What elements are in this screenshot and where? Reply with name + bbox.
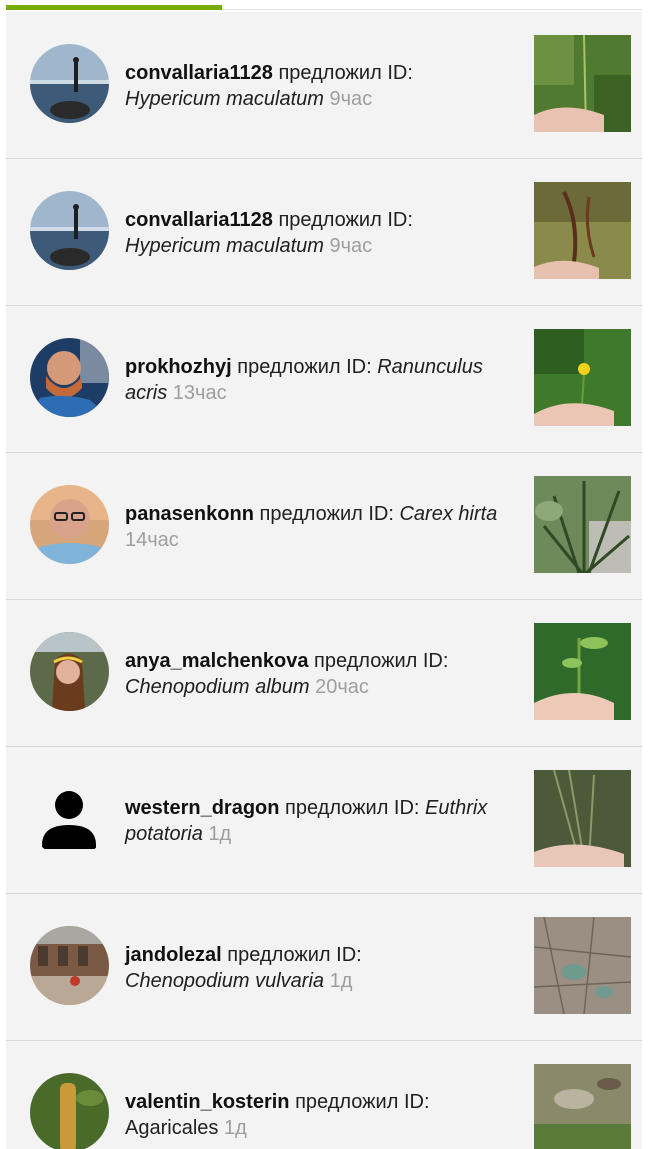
username-link[interactable]: prokhozhyj xyxy=(125,356,232,378)
user-avatar[interactable] xyxy=(30,485,109,564)
timestamp: 1д xyxy=(223,1117,247,1139)
feed-item[interactable]: western_dragon предложил ID: Euthrix pot… xyxy=(6,747,642,894)
username-link[interactable]: western_dragon xyxy=(125,797,279,819)
timestamp: 9час xyxy=(329,235,373,257)
default-avatar-icon[interactable] xyxy=(30,779,109,858)
observation-photo[interactable] xyxy=(534,770,631,867)
feed-item[interactable]: jandolezal предложил ID: Chenopodium vul… xyxy=(6,894,642,1041)
taxon-name[interactable]: Agaricales xyxy=(125,1117,218,1139)
feed-item-text: convallaria1128 предложил ID: Hypericum … xyxy=(125,207,517,259)
taxon-name[interactable]: Chenopodium album xyxy=(125,676,310,698)
feed-item[interactable]: prokhozhyj предложил ID: Ranunculus acri… xyxy=(6,306,642,453)
observation-photo[interactable] xyxy=(534,329,631,426)
timestamp: 1д xyxy=(208,823,232,845)
feed-item-text: panasenkonn предложил ID: Carex hirta 14… xyxy=(125,501,517,553)
feed-item[interactable]: convallaria1128 предложил ID: Hypericum … xyxy=(6,12,642,159)
feed-item-text: convallaria1128 предложил ID: Hypericum … xyxy=(125,60,517,112)
timestamp: 13час xyxy=(172,382,227,404)
tab-bar-divider xyxy=(222,9,642,10)
feed-item[interactable]: anya_malchenkova предложил ID: Chenopodi… xyxy=(6,600,642,747)
observation-photo[interactable] xyxy=(534,917,631,1014)
feed-item-text: jandolezal предложил ID: Chenopodium vul… xyxy=(125,942,517,994)
feed-item-text: valentin_kosterin предложил ID: Agarical… xyxy=(125,1089,517,1141)
observation-photo[interactable] xyxy=(534,35,631,132)
username-link[interactable]: jandolezal xyxy=(125,944,222,966)
action-label: предложил ID: xyxy=(278,209,413,231)
user-avatar[interactable] xyxy=(30,632,109,711)
action-label: предложил ID: xyxy=(278,62,413,84)
timestamp: 14час xyxy=(125,529,179,551)
observation-photo[interactable] xyxy=(534,476,631,573)
user-avatar[interactable] xyxy=(30,191,109,270)
timestamp: 9час xyxy=(329,88,373,110)
tab-bar xyxy=(0,0,648,12)
action-label: предложил ID: xyxy=(259,503,394,525)
observation-photo[interactable] xyxy=(534,182,631,279)
username-link[interactable]: anya_malchenkova xyxy=(125,650,308,672)
username-link[interactable]: panasenkonn xyxy=(125,503,254,525)
observation-photo[interactable] xyxy=(534,623,631,720)
user-avatar[interactable] xyxy=(30,44,109,123)
username-link[interactable]: convallaria1128 xyxy=(125,209,273,231)
feed-item-text: western_dragon предложил ID: Euthrix pot… xyxy=(125,795,517,847)
action-label: предложил ID: xyxy=(314,650,449,672)
feed-item[interactable]: valentin_kosterin предложил ID: Agarical… xyxy=(6,1041,642,1149)
action-label: предложил ID: xyxy=(237,356,372,378)
user-avatar[interactable] xyxy=(30,926,109,1005)
taxon-name[interactable]: Chenopodium vulvaria xyxy=(125,970,324,992)
activity-feed: convallaria1128 предложил ID: Hypericum … xyxy=(6,12,642,1149)
timestamp: 1д xyxy=(329,970,353,992)
feed-item[interactable]: panasenkonn предложил ID: Carex hirta 14… xyxy=(6,453,642,600)
action-label: предложил ID: xyxy=(295,1091,430,1113)
active-tab-indicator xyxy=(6,5,222,10)
taxon-name[interactable]: Carex hirta xyxy=(399,503,497,525)
action-label: предложил ID: xyxy=(285,797,420,819)
taxon-name[interactable]: Hypericum maculatum xyxy=(125,235,324,257)
timestamp: 20час xyxy=(315,676,369,698)
taxon-name[interactable]: Hypericum maculatum xyxy=(125,88,324,110)
user-avatar[interactable] xyxy=(30,338,109,417)
username-link[interactable]: convallaria1128 xyxy=(125,62,273,84)
user-avatar[interactable] xyxy=(30,1073,109,1149)
feed-item[interactable]: convallaria1128 предложил ID: Hypericum … xyxy=(6,159,642,306)
action-label: предложил ID: xyxy=(227,944,362,966)
feed-item-text: anya_malchenkova предложил ID: Chenopodi… xyxy=(125,648,517,700)
feed-item-text: prokhozhyj предложил ID: Ranunculus acri… xyxy=(125,354,517,406)
observation-photo[interactable] xyxy=(534,1064,631,1149)
username-link[interactable]: valentin_kosterin xyxy=(125,1091,290,1113)
